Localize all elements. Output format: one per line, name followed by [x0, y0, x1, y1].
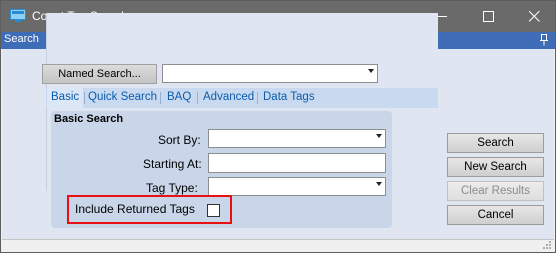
app-window-icon — [10, 9, 26, 22]
sort-by-label: Sort By: — [158, 133, 201, 147]
tab-separator — [257, 92, 258, 104]
starting-at-label: Starting At: — [143, 157, 202, 171]
tab-separator — [160, 92, 161, 104]
search-header-label: Search — [4, 33, 39, 45]
named-search-dropdown[interactable] — [162, 64, 378, 83]
tab-separator — [197, 92, 198, 104]
include-returned-label: Include Returned Tags — [75, 202, 195, 216]
chevron-down-icon — [376, 134, 382, 138]
maximize-icon — [482, 11, 494, 22]
pin-icon[interactable] — [539, 34, 549, 46]
tab-basic[interactable]: Basic — [47, 88, 84, 108]
count-tag-search-window: Count Tag Search Search Named Search... … — [0, 0, 556, 253]
tab-advanced[interactable]: Advanced — [203, 91, 254, 103]
close-button[interactable] — [511, 1, 556, 32]
clear-results-button[interactable]: Clear Results — [447, 181, 544, 201]
minimize-icon — [436, 16, 447, 17]
include-returned-checkbox[interactable] — [207, 204, 220, 217]
search-button[interactable]: Search — [447, 133, 544, 153]
tag-type-label: Tag Type: — [146, 181, 198, 195]
chevron-down-icon — [376, 182, 382, 186]
maximize-button[interactable] — [465, 1, 511, 32]
tab-separator — [84, 92, 85, 104]
close-icon — [528, 11, 540, 22]
chevron-down-icon — [368, 69, 374, 73]
basic-search-title: Basic Search — [54, 113, 124, 125]
tab-data-tags[interactable]: Data Tags — [263, 91, 315, 103]
named-search-button[interactable]: Named Search... — [42, 64, 157, 84]
tab-baq[interactable]: BAQ — [167, 91, 191, 103]
cancel-button[interactable]: Cancel — [447, 205, 544, 225]
sort-by-dropdown[interactable] — [208, 129, 386, 148]
resize-grip-icon[interactable] — [542, 240, 552, 250]
status-strip — [2, 239, 554, 252]
search-tabs: Basic Quick Search BAQ Advanced Data Tag… — [46, 88, 438, 108]
new-search-button[interactable]: New Search — [447, 157, 544, 177]
tab-quick-search[interactable]: Quick Search — [88, 91, 157, 103]
starting-at-input[interactable] — [208, 153, 386, 173]
tag-type-dropdown[interactable] — [208, 177, 386, 196]
